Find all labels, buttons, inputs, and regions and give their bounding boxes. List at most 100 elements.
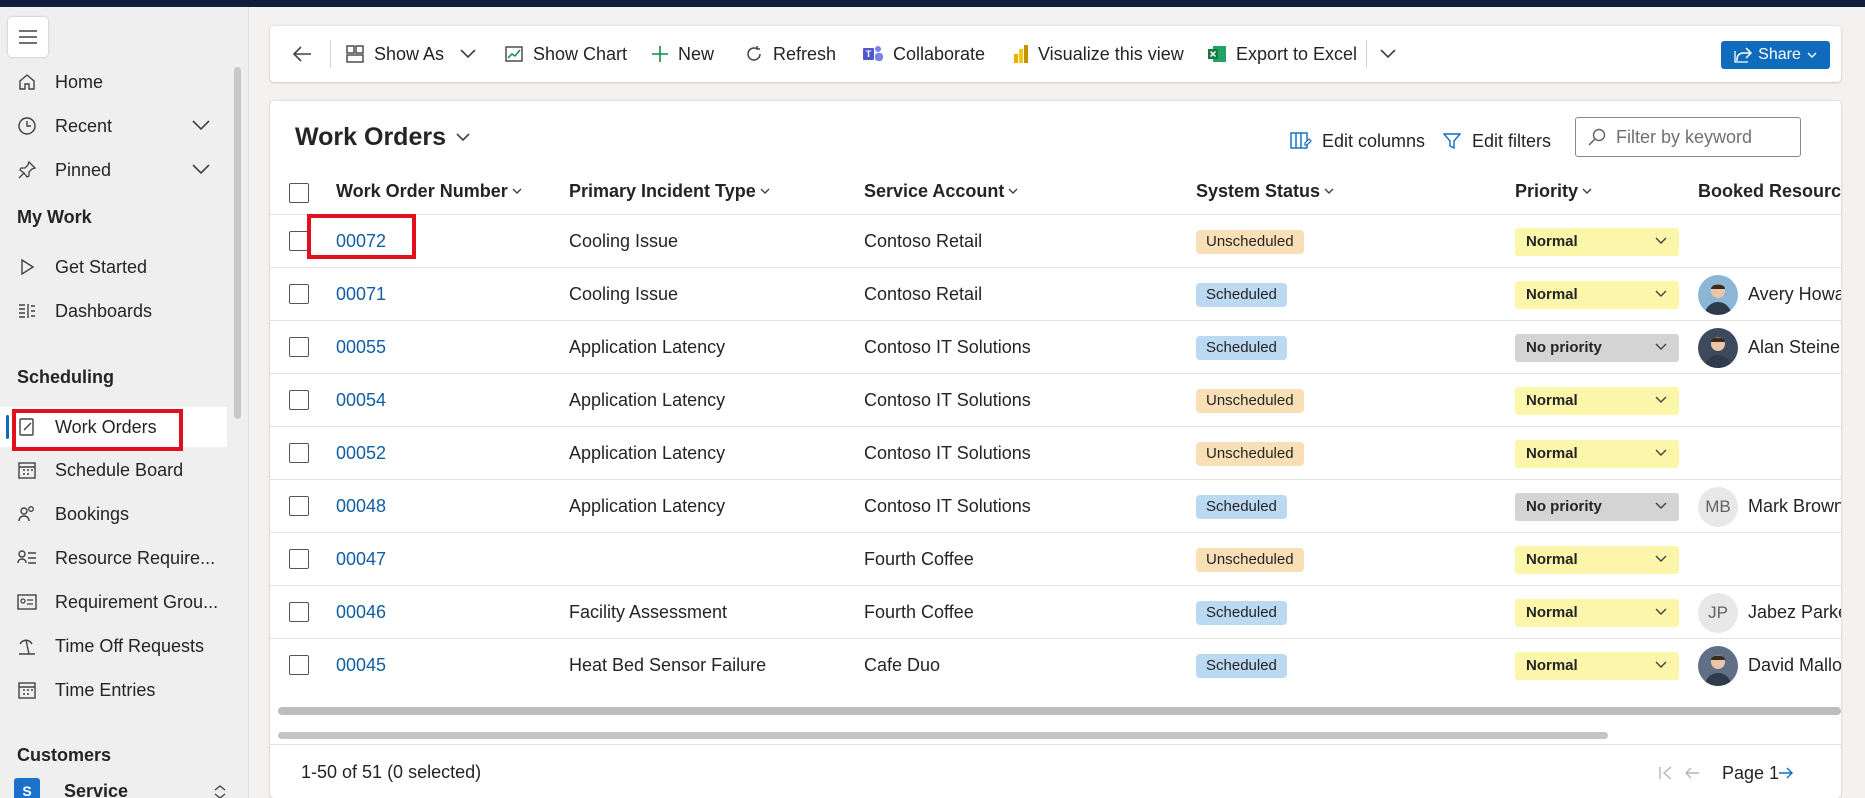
hamburger-menu-button[interactable] xyxy=(8,17,48,57)
table-row[interactable]: 00055 Application Latency Contoso IT Solut… xyxy=(270,320,1841,373)
sidebar-item-requirement-groups[interactable]: Requirement Grou... xyxy=(0,582,227,622)
booked-resource-cell[interactable]: David Mallo xyxy=(1698,639,1841,692)
work-order-number-link[interactable]: 00054 xyxy=(336,374,386,427)
row-checkbox[interactable] xyxy=(289,231,309,251)
visualize-button[interactable]: Visualize this view xyxy=(1013,26,1184,82)
work-order-number-link[interactable]: 00071 xyxy=(336,268,386,321)
visualize-label: Visualize this view xyxy=(1038,43,1184,64)
view-selector[interactable]: Work Orders xyxy=(295,123,470,152)
table-row[interactable]: 00052 Application Latency Contoso IT Solut… xyxy=(270,426,1841,479)
avatar-initials: JP xyxy=(1698,592,1738,633)
sidebar-item-dashboards[interactable]: Dashboards xyxy=(0,291,227,331)
row-checkbox[interactable] xyxy=(289,549,309,569)
more-commands-button[interactable] xyxy=(1380,26,1396,82)
command-bar: Show As Show Chart New Refresh T Collabo… xyxy=(270,26,1841,82)
export-excel-button[interactable]: Export to Excel xyxy=(1207,26,1357,82)
show-as-button[interactable]: Show As xyxy=(345,26,476,82)
show-chart-button[interactable]: Show Chart xyxy=(504,26,627,82)
sidebar-item-resource-requirements[interactable]: Resource Require... xyxy=(0,538,227,578)
table-row[interactable]: 00054 Application Latency Contoso IT Solut… xyxy=(270,373,1841,426)
column-header-work-order-number[interactable]: Work Order Number xyxy=(336,174,522,208)
priority-value: Normal xyxy=(1526,286,1578,303)
work-order-number-link[interactable]: 00045 xyxy=(336,639,386,692)
edit-filters-label: Edit filters xyxy=(1472,130,1552,151)
edit-filters-button[interactable]: Edit filters xyxy=(1442,127,1551,155)
sidebar-item-pinned[interactable]: Pinned xyxy=(0,150,227,190)
chevron-down-icon[interactable] xyxy=(191,162,211,176)
play-icon xyxy=(17,257,37,277)
column-header-system-status[interactable]: System Status xyxy=(1196,174,1334,208)
work-order-number-link[interactable]: 00055 xyxy=(336,321,386,374)
horizontal-scrollbar-track[interactable] xyxy=(278,707,1841,715)
table-row[interactable]: 00072 Cooling Issue Contoso Retail Unschedu… xyxy=(270,214,1841,267)
priority-dropdown[interactable]: No priority xyxy=(1515,333,1679,362)
row-checkbox[interactable] xyxy=(289,655,309,675)
sidebar-scrollbar[interactable] xyxy=(234,67,241,419)
table-row[interactable]: 00047 Fourth Coffee Unscheduled Normal xyxy=(270,532,1841,585)
booked-resource-cell[interactable]: Avery Howa xyxy=(1698,268,1841,321)
sidebar-item-time-entries[interactable]: Time Entries xyxy=(0,670,227,710)
first-page-button[interactable] xyxy=(1658,760,1674,786)
row-checkbox[interactable] xyxy=(289,284,309,304)
edit-columns-button[interactable]: Edit columns xyxy=(1290,127,1425,155)
priority-dropdown[interactable]: Normal xyxy=(1515,545,1679,574)
refresh-button[interactable]: Refresh xyxy=(744,26,836,82)
table-row[interactable]: 00048 Application Latency Contoso IT Solut… xyxy=(270,479,1841,532)
column-header-booked-resources[interactable]: Booked Resources xyxy=(1698,174,1841,208)
back-button[interactable] xyxy=(292,26,312,82)
table-row[interactable]: 00046 Facility Assessment Fourth Coffee Sch… xyxy=(270,585,1841,638)
highlight-box xyxy=(307,214,416,259)
work-order-number-link[interactable]: 00046 xyxy=(336,586,386,639)
people-icon xyxy=(17,504,37,524)
chevron-down-icon[interactable] xyxy=(191,118,211,132)
edit-columns-label: Edit columns xyxy=(1322,130,1426,151)
work-order-number-link[interactable]: 00047 xyxy=(336,533,386,586)
priority-dropdown[interactable]: Normal xyxy=(1515,280,1679,309)
power-bi-icon xyxy=(1013,44,1029,64)
column-header-priority[interactable]: Priority xyxy=(1515,174,1592,208)
sidebar-item-recent[interactable]: Recent xyxy=(0,106,227,146)
area-switcher[interactable]: S Service xyxy=(0,776,248,798)
sidebar-item-get-started[interactable]: Get Started xyxy=(0,247,227,287)
table-row[interactable]: 00071 Cooling Issue Contoso Retail Schedule… xyxy=(270,267,1841,320)
column-header-label: Booked Resources xyxy=(1698,180,1841,201)
status-badge: Unscheduled xyxy=(1196,441,1304,466)
share-button[interactable]: Share xyxy=(1721,41,1830,69)
filter-keyword-input[interactable]: Filter by keyword xyxy=(1575,117,1801,157)
table-row[interactable]: 00045 Heat Bed Sensor Failure Cafe Duo Sche… xyxy=(270,638,1841,691)
priority-dropdown[interactable]: Normal xyxy=(1515,386,1679,415)
row-checkbox[interactable] xyxy=(289,390,309,410)
priority-value: Normal xyxy=(1526,657,1578,674)
new-button[interactable]: New xyxy=(651,26,714,82)
work-order-number-link[interactable]: 00048 xyxy=(336,480,386,533)
column-header-service-account[interactable]: Service Account xyxy=(864,174,1018,208)
priority-dropdown[interactable]: Normal xyxy=(1515,598,1679,627)
booked-resource-cell[interactable]: MB Mark Brown xyxy=(1698,480,1841,533)
horizontal-scrollbar[interactable] xyxy=(278,732,1608,739)
column-header-primary-incident-type[interactable]: Primary Incident Type xyxy=(569,174,770,208)
row-checkbox[interactable] xyxy=(289,602,309,622)
priority-dropdown[interactable]: Normal xyxy=(1515,651,1679,680)
collaborate-button[interactable]: T Collaborate xyxy=(862,26,985,82)
sidebar-item-schedule-board[interactable]: Schedule Board xyxy=(0,450,227,490)
work-order-number-link[interactable]: 00052 xyxy=(336,427,386,480)
booked-resource-cell[interactable]: Alan Steiner xyxy=(1698,321,1841,374)
service-account-cell: Cafe Duo xyxy=(864,655,941,675)
booked-resource-cell[interactable]: JP Jabez Parker xyxy=(1698,586,1841,639)
row-checkbox[interactable] xyxy=(289,443,309,463)
next-page-button[interactable] xyxy=(1778,760,1794,786)
row-checkbox[interactable] xyxy=(289,496,309,516)
sidebar-item-bookings[interactable]: Bookings xyxy=(0,494,227,534)
priority-dropdown[interactable]: Normal xyxy=(1515,227,1679,256)
excel-icon xyxy=(1207,44,1227,64)
previous-page-button[interactable] xyxy=(1684,760,1700,786)
row-checkbox[interactable] xyxy=(289,337,309,357)
priority-value: No priority xyxy=(1526,498,1602,515)
select-all-checkbox[interactable] xyxy=(289,183,309,203)
sidebar-item-home[interactable]: Home xyxy=(0,62,227,102)
priority-dropdown[interactable]: No priority xyxy=(1515,492,1679,521)
sidebar-item-time-off-requests[interactable]: Time Off Requests xyxy=(0,626,227,666)
priority-value: Normal xyxy=(1526,604,1578,621)
service-account-cell: Contoso IT Solutions xyxy=(864,390,1031,410)
priority-dropdown[interactable]: Normal xyxy=(1515,439,1679,468)
